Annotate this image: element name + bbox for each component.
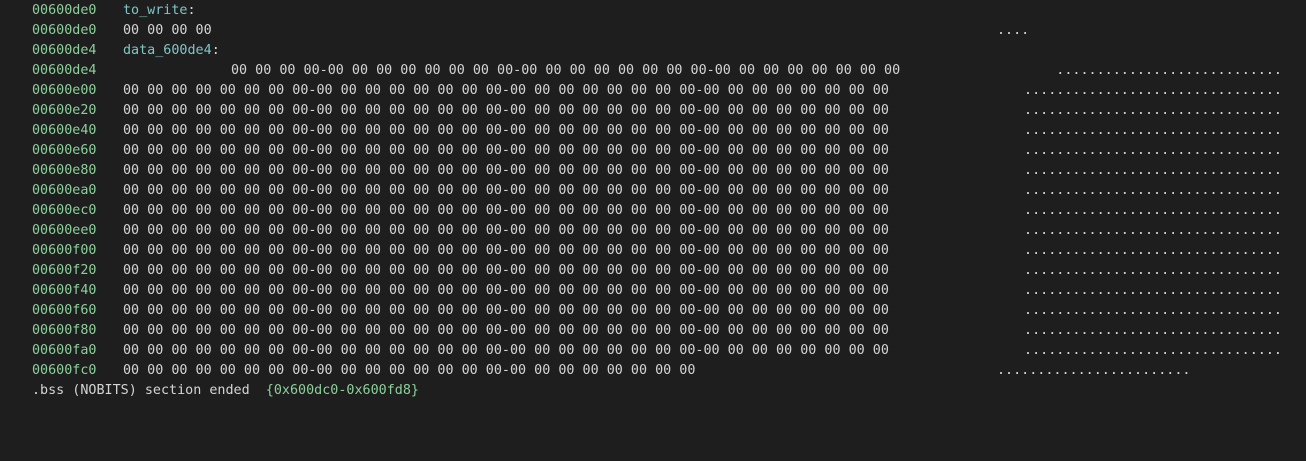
section-end-message: .bss (NOBITS) section ended {0x600dc0-0x… bbox=[32, 381, 419, 401]
address: 00600fc0 bbox=[32, 363, 97, 378]
ascii-column: ................................ bbox=[1024, 243, 1282, 258]
hex-bytes: 00 00 00 00 00 00 00 00-00 00 00 00 00 0… bbox=[123, 363, 696, 378]
address: 00600ee0 bbox=[32, 223, 97, 238]
address: 00600f40 bbox=[32, 283, 97, 298]
ascii-column: ........................ bbox=[997, 363, 1191, 378]
address: 00600f00 bbox=[32, 243, 97, 258]
ascii-column: ................................ bbox=[1024, 223, 1282, 238]
hex-row: 00600ee0 00 00 00 00 00 00 00 00-00 00 0… bbox=[0, 221, 1306, 241]
address: 00600f60 bbox=[32, 303, 97, 318]
hex-bytes: 00 00 00 00 00 00 00 00-00 00 00 00 00 0… bbox=[123, 123, 889, 138]
address: 00600de4 bbox=[32, 63, 97, 78]
address: 00600e40 bbox=[32, 123, 97, 138]
hex-row: 00600fa0 00 00 00 00 00 00 00 00-00 00 0… bbox=[0, 341, 1306, 361]
hex-row: 00600ec0 00 00 00 00 00 00 00 00-00 00 0… bbox=[0, 201, 1306, 221]
hex-bytes: 00 00 00 00 00 00 00 00-00 00 00 00 00 0… bbox=[123, 163, 889, 178]
ascii-column: ................................ bbox=[1024, 323, 1282, 338]
hex-row: 00600f00 00 00 00 00 00 00 00 00-00 00 0… bbox=[0, 241, 1306, 261]
hex-row: 00600ea0 00 00 00 00 00 00 00 00-00 00 0… bbox=[0, 181, 1306, 201]
hex-row: 00600e20 00 00 00 00 00 00 00 00-00 00 0… bbox=[0, 101, 1306, 121]
ascii-column: ................................ bbox=[1024, 103, 1282, 118]
address: 00600f20 bbox=[32, 263, 97, 278]
label-line: 00600de0 to_write: bbox=[0, 1, 1306, 21]
hex-row: 00600f20 00 00 00 00 00 00 00 00-00 00 0… bbox=[0, 261, 1306, 281]
hex-bytes: 00 00 00 00 00 00 00 00-00 00 00 00 00 0… bbox=[123, 103, 889, 118]
hex-row: 00600de0 00 00 00 00 .... bbox=[0, 21, 1306, 41]
ascii-column: ............................ bbox=[1056, 63, 1282, 78]
hex-bytes: 00 00 00 00 bbox=[123, 23, 212, 38]
hex-bytes: 00 00 00 00 00 00 00 00-00 00 00 00 00 0… bbox=[123, 343, 889, 358]
ascii-column: ................................ bbox=[1024, 83, 1282, 98]
hex-row: 00600f80 00 00 00 00 00 00 00 00-00 00 0… bbox=[0, 321, 1306, 341]
address: 00600e00 bbox=[32, 83, 97, 98]
address: 00600e80 bbox=[32, 163, 97, 178]
ascii-column: ................................ bbox=[1024, 303, 1282, 318]
ascii-column: .... bbox=[997, 23, 1030, 38]
address: 00600e60 bbox=[32, 143, 97, 158]
section-range[interactable]: {0x600dc0-0x600fd8} bbox=[266, 383, 419, 398]
symbol-label[interactable]: data_600de4: bbox=[123, 41, 220, 61]
symbol-label-text: data_600de4 bbox=[123, 43, 212, 58]
address: 00600de0 bbox=[32, 23, 97, 38]
section-end-line: .bss (NOBITS) section ended {0x600dc0-0x… bbox=[0, 381, 1306, 401]
hex-row: 00600f40 00 00 00 00 00 00 00 00-00 00 0… bbox=[0, 281, 1306, 301]
ascii-column: ................................ bbox=[1024, 283, 1282, 298]
ascii-column: ................................ bbox=[1024, 183, 1282, 198]
hex-row: 00600fc0 00 00 00 00 00 00 00 00-00 00 0… bbox=[0, 361, 1306, 381]
address: 00600fa0 bbox=[32, 343, 97, 358]
ascii-column: ................................ bbox=[1024, 263, 1282, 278]
address: 00600ec0 bbox=[32, 203, 97, 218]
label-line: 00600de4 data_600de4: bbox=[0, 41, 1306, 61]
section-end-text: .bss (NOBITS) section ended bbox=[32, 383, 266, 398]
hex-row: 00600e80 00 00 00 00 00 00 00 00-00 00 0… bbox=[0, 161, 1306, 181]
hex-row: 00600e60 00 00 00 00 00 00 00 00-00 00 0… bbox=[0, 141, 1306, 161]
ascii-column: ................................ bbox=[1024, 123, 1282, 138]
hexdump-listing: 00600de0 to_write: 00600de0 00 00 00 00 … bbox=[0, 1, 1306, 401]
address: 00600de0 bbox=[32, 3, 97, 18]
hex-row: 00600e00 00 00 00 00 00 00 00 00-00 00 0… bbox=[0, 81, 1306, 101]
hex-bytes: 00 00 00 00 00 00 00 00-00 00 00 00 00 0… bbox=[123, 223, 889, 238]
hex-row: 00600f60 00 00 00 00 00 00 00 00-00 00 0… bbox=[0, 301, 1306, 321]
hex-bytes: 00 00 00 00-00 00 00 00 00 00 00 00-00 0… bbox=[231, 63, 901, 78]
ascii-column: ................................ bbox=[1024, 203, 1282, 218]
ascii-column: ................................ bbox=[1024, 163, 1282, 178]
address: 00600ea0 bbox=[32, 183, 97, 198]
address: 00600e20 bbox=[32, 103, 97, 118]
hex-bytes: 00 00 00 00 00 00 00 00-00 00 00 00 00 0… bbox=[123, 203, 889, 218]
hex-row: 00600de4 00 00 00 00-00 00 00 00 00 00 0… bbox=[0, 61, 1306, 81]
hex-bytes: 00 00 00 00 00 00 00 00-00 00 00 00 00 0… bbox=[123, 83, 889, 98]
hex-row: 00600e40 00 00 00 00 00 00 00 00-00 00 0… bbox=[0, 121, 1306, 141]
ascii-column: ................................ bbox=[1024, 343, 1282, 358]
hexdump-view: { "header_lines": [ {"addr": "00600de0",… bbox=[0, 0, 1306, 417]
hex-bytes: 00 00 00 00 00 00 00 00-00 00 00 00 00 0… bbox=[123, 143, 889, 158]
hex-bytes: 00 00 00 00 00 00 00 00-00 00 00 00 00 0… bbox=[123, 263, 889, 278]
address: 00600de4 bbox=[32, 43, 97, 58]
address: 00600f80 bbox=[32, 323, 97, 338]
hex-bytes: 00 00 00 00 00 00 00 00-00 00 00 00 00 0… bbox=[123, 283, 889, 298]
ascii-column: ................................ bbox=[1024, 143, 1282, 158]
hex-bytes: 00 00 00 00 00 00 00 00-00 00 00 00 00 0… bbox=[123, 303, 889, 318]
symbol-label[interactable]: to_write: bbox=[123, 1, 196, 21]
hex-bytes: 00 00 00 00 00 00 00 00-00 00 00 00 00 0… bbox=[123, 183, 889, 198]
symbol-label-text: to_write bbox=[123, 3, 188, 18]
hex-bytes: 00 00 00 00 00 00 00 00-00 00 00 00 00 0… bbox=[123, 323, 889, 338]
hex-bytes: 00 00 00 00 00 00 00 00-00 00 00 00 00 0… bbox=[123, 243, 889, 258]
